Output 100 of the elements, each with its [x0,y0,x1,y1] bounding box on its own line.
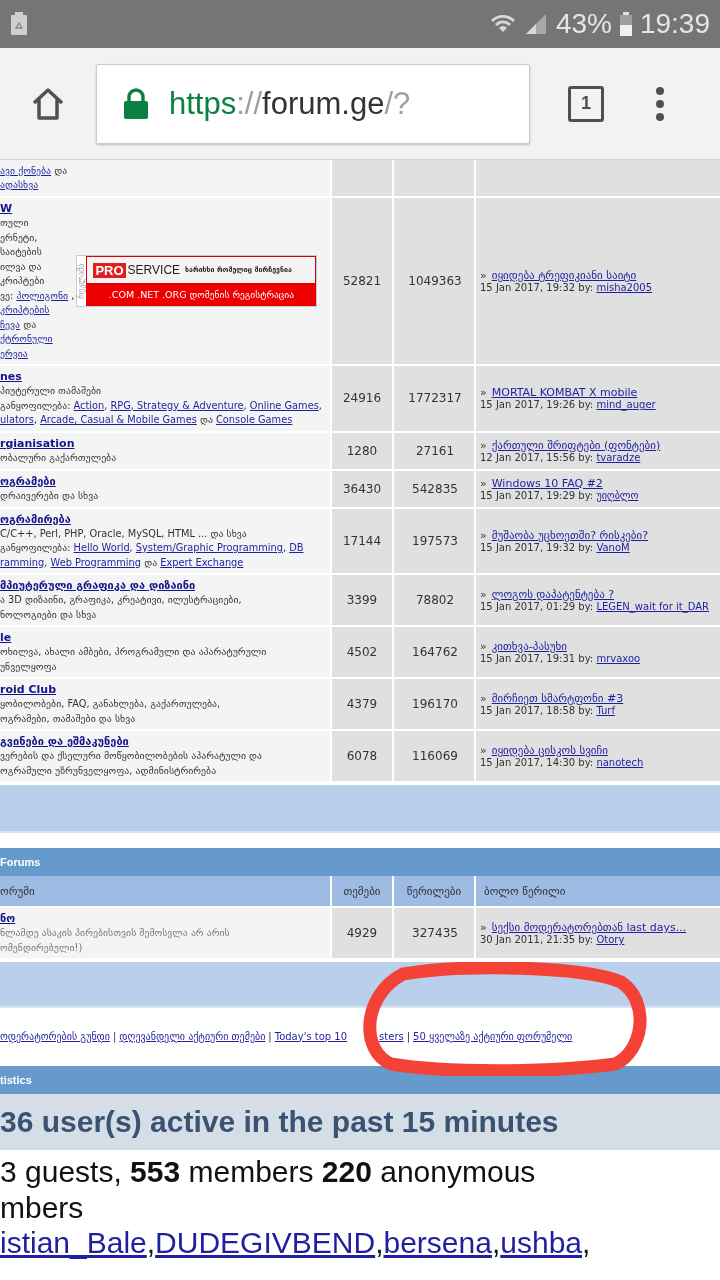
forum-title-link[interactable]: ოგრამები [0,473,56,489]
author-link[interactable]: nanotech [596,757,644,768]
subforum-link[interactable]: ავი ქონება [0,164,52,176]
footer-link[interactable]: დღევანდელი აქტიური თემები [119,1030,266,1042]
subforum-link[interactable]: ჩევა [0,318,21,330]
posts-cell: 1049363 [394,198,474,364]
topics-cell: 4502 [332,627,392,677]
post-date: 15 Jan 2017, 19:32 by: [480,282,594,293]
topics-cell: 3399 [332,575,392,625]
subforum-link[interactable]: პოლიგონი [16,289,69,301]
user-separator: , [375,1226,384,1259]
author-link[interactable]: misha2005 [596,282,653,293]
author-link[interactable]: უიღბლო [596,489,639,501]
post-date: 15 Jan 2017, 01:29 by: [480,601,594,612]
topics-cell: 1280 [332,432,392,469]
subforum-link[interactable]: Expert Exchange [160,556,244,568]
subforum-link[interactable]: ადასხვა [0,179,39,190]
ad-brand: PRO [93,262,126,278]
column-header: წერილები [394,876,474,906]
ad-brand-suffix: SERVICE [127,263,181,277]
author-link[interactable]: tvaradze [596,451,641,463]
subforum-link[interactable]: System/Graphic Programming [135,542,283,553]
post-date: 15 Jan 2017, 14:30 by: [480,757,594,768]
forum-title-link[interactable]: W [0,201,13,216]
arrow-mark: » [480,438,487,452]
posts-cell: 116069 [394,731,474,781]
forum-description: ობალური გაქართულება [0,450,117,465]
subforum-link[interactable]: Online Games [249,399,319,411]
author-link[interactable]: LEGEN_wait for it_DAR [596,601,709,612]
forum-title-link[interactable]: ოგრამირება [0,511,71,527]
topics-cell: 4379 [332,679,392,729]
topic-link[interactable]: კითხვა-პასუხი [491,640,567,653]
topic-link[interactable]: MORTAL KOMBAT X mobile [491,386,638,400]
topic-link[interactable]: ლოგოს დაპატენტება ? [491,588,615,601]
arrow-mark: » [480,269,487,282]
subforum-link[interactable]: კრიპტების [0,304,50,315]
posts-cell: 27161 [394,432,474,469]
subforum-link[interactable]: Web Programming [50,556,142,568]
user-link[interactable]: bersena [383,1226,492,1259]
user-link[interactable]: istian_Bale [0,1226,147,1259]
topic-link[interactable]: სექსი მოდერატორებთან last days... [491,921,687,934]
topic-link[interactable]: მირჩიეთ სმარტფონი #3 [491,692,624,705]
forum-description: C/C++, Perl, PHP, Oracle, MySQL, HTML ... და სხვა განყოფილება: Hello World, System/Graphic Programming, DB ramming, Web Programming და Expert Exchange [0,526,304,570]
subforum-link[interactable]: DB [289,542,304,553]
forum-description: ოხილვა, ახალი ამბები, პროგრამული და აპარატურული უნველყოფა [0,645,267,674]
arrow-mark: » [480,476,487,490]
forum-title-link[interactable]: le [0,630,12,645]
author-link[interactable]: Turf [596,705,615,716]
topic-link[interactable]: Windows 10 FAQ #2 [491,476,603,490]
arrow-mark: » [480,744,487,757]
user-separator: , [491,1226,501,1259]
topics-cell: 52821 [332,198,392,364]
column-header: ორუმი [0,876,330,906]
topic-link[interactable]: ქართული შრიფტები (ფონტები) [491,438,661,452]
post-date: 15 Jan 2017, 19:31 by: [480,653,594,664]
forum-description: ავი ქონება და ადასხვა [0,163,68,192]
subforum-link[interactable]: ქტრონული [0,333,53,344]
subforum-link[interactable]: Hello World [73,542,130,553]
tab-count-button[interactable]: 1 [568,85,604,122]
footer-link[interactable]: ოდერატორების გუნდი [0,1030,110,1042]
subforum-link[interactable]: RPG, Strategy & Adventure [110,399,244,411]
topics-cell: 36430 [332,470,392,507]
link-separator: | [112,1030,117,1042]
topic-link[interactable]: მუშაობა უცხოეთში? რისკები? [491,528,649,542]
footer-link[interactable]: sters [379,1030,404,1042]
subforum-link[interactable]: Arcade, Casual & Mobile Games [40,414,197,425]
ad-domains: .COM .NET .ORG დომენის რეგისტრაცია [87,283,316,305]
user-link[interactable]: ushba [500,1226,582,1259]
column-header: ბოლო წერილი [476,876,720,906]
author-link[interactable]: mind_auger [596,399,656,411]
post-date: 15 Jan 2017, 18:58 by: [480,705,594,716]
forum-title-link[interactable]: nes [0,369,22,384]
posts-cell: 196170 [394,679,474,729]
subforum-link[interactable]: Console Games [216,414,293,425]
topic-link[interactable]: იყიდება ცისკოს სვიჩი [491,744,608,757]
arrow-mark: » [480,386,487,400]
author-link[interactable]: mrvaxoo [596,653,641,664]
forum-title-link[interactable]: roid Club [0,682,56,697]
forum-title-link[interactable]: მპიუტერული გრაფიკა და დიზაინი [0,578,196,593]
posts-cell: 164762 [394,627,474,677]
author-link[interactable]: Otory [596,934,625,945]
subforum-link[interactable]: ulators [0,414,34,425]
footer-link[interactable]: Today's top 10 [274,1030,348,1042]
address-bar[interactable]: https://forum.ge/? [96,63,530,144]
forum-title-link[interactable]: გვინები და ეშმაკუნები [0,734,129,749]
subforum-link[interactable]: ერვია [0,347,28,359]
topic-link[interactable]: იყიდება ტრეფიკიანი საიტი [491,269,637,282]
posts-cell: 78802 [394,575,474,625]
section-header: Forums [0,846,720,876]
arrow-mark: » [480,588,487,601]
topics-cell: 4929 [332,908,392,958]
author-link[interactable]: VanoM [596,541,630,553]
forum-title-link[interactable]: rgianisation [0,435,75,451]
forum-title-link[interactable]: ნო [0,911,16,926]
footer-link[interactable]: 50 ყველაზე აქტიური ფორუმელი [413,1030,573,1042]
url-text: https://forum.ge/? [169,85,411,122]
posts-cell: 542835 [394,470,474,507]
arrow-mark: » [480,921,487,934]
active-users-heading: 36 user(s) active in the past 15 minutes [0,1094,720,1150]
user-link[interactable]: DUDEGIVBEND [155,1226,376,1259]
